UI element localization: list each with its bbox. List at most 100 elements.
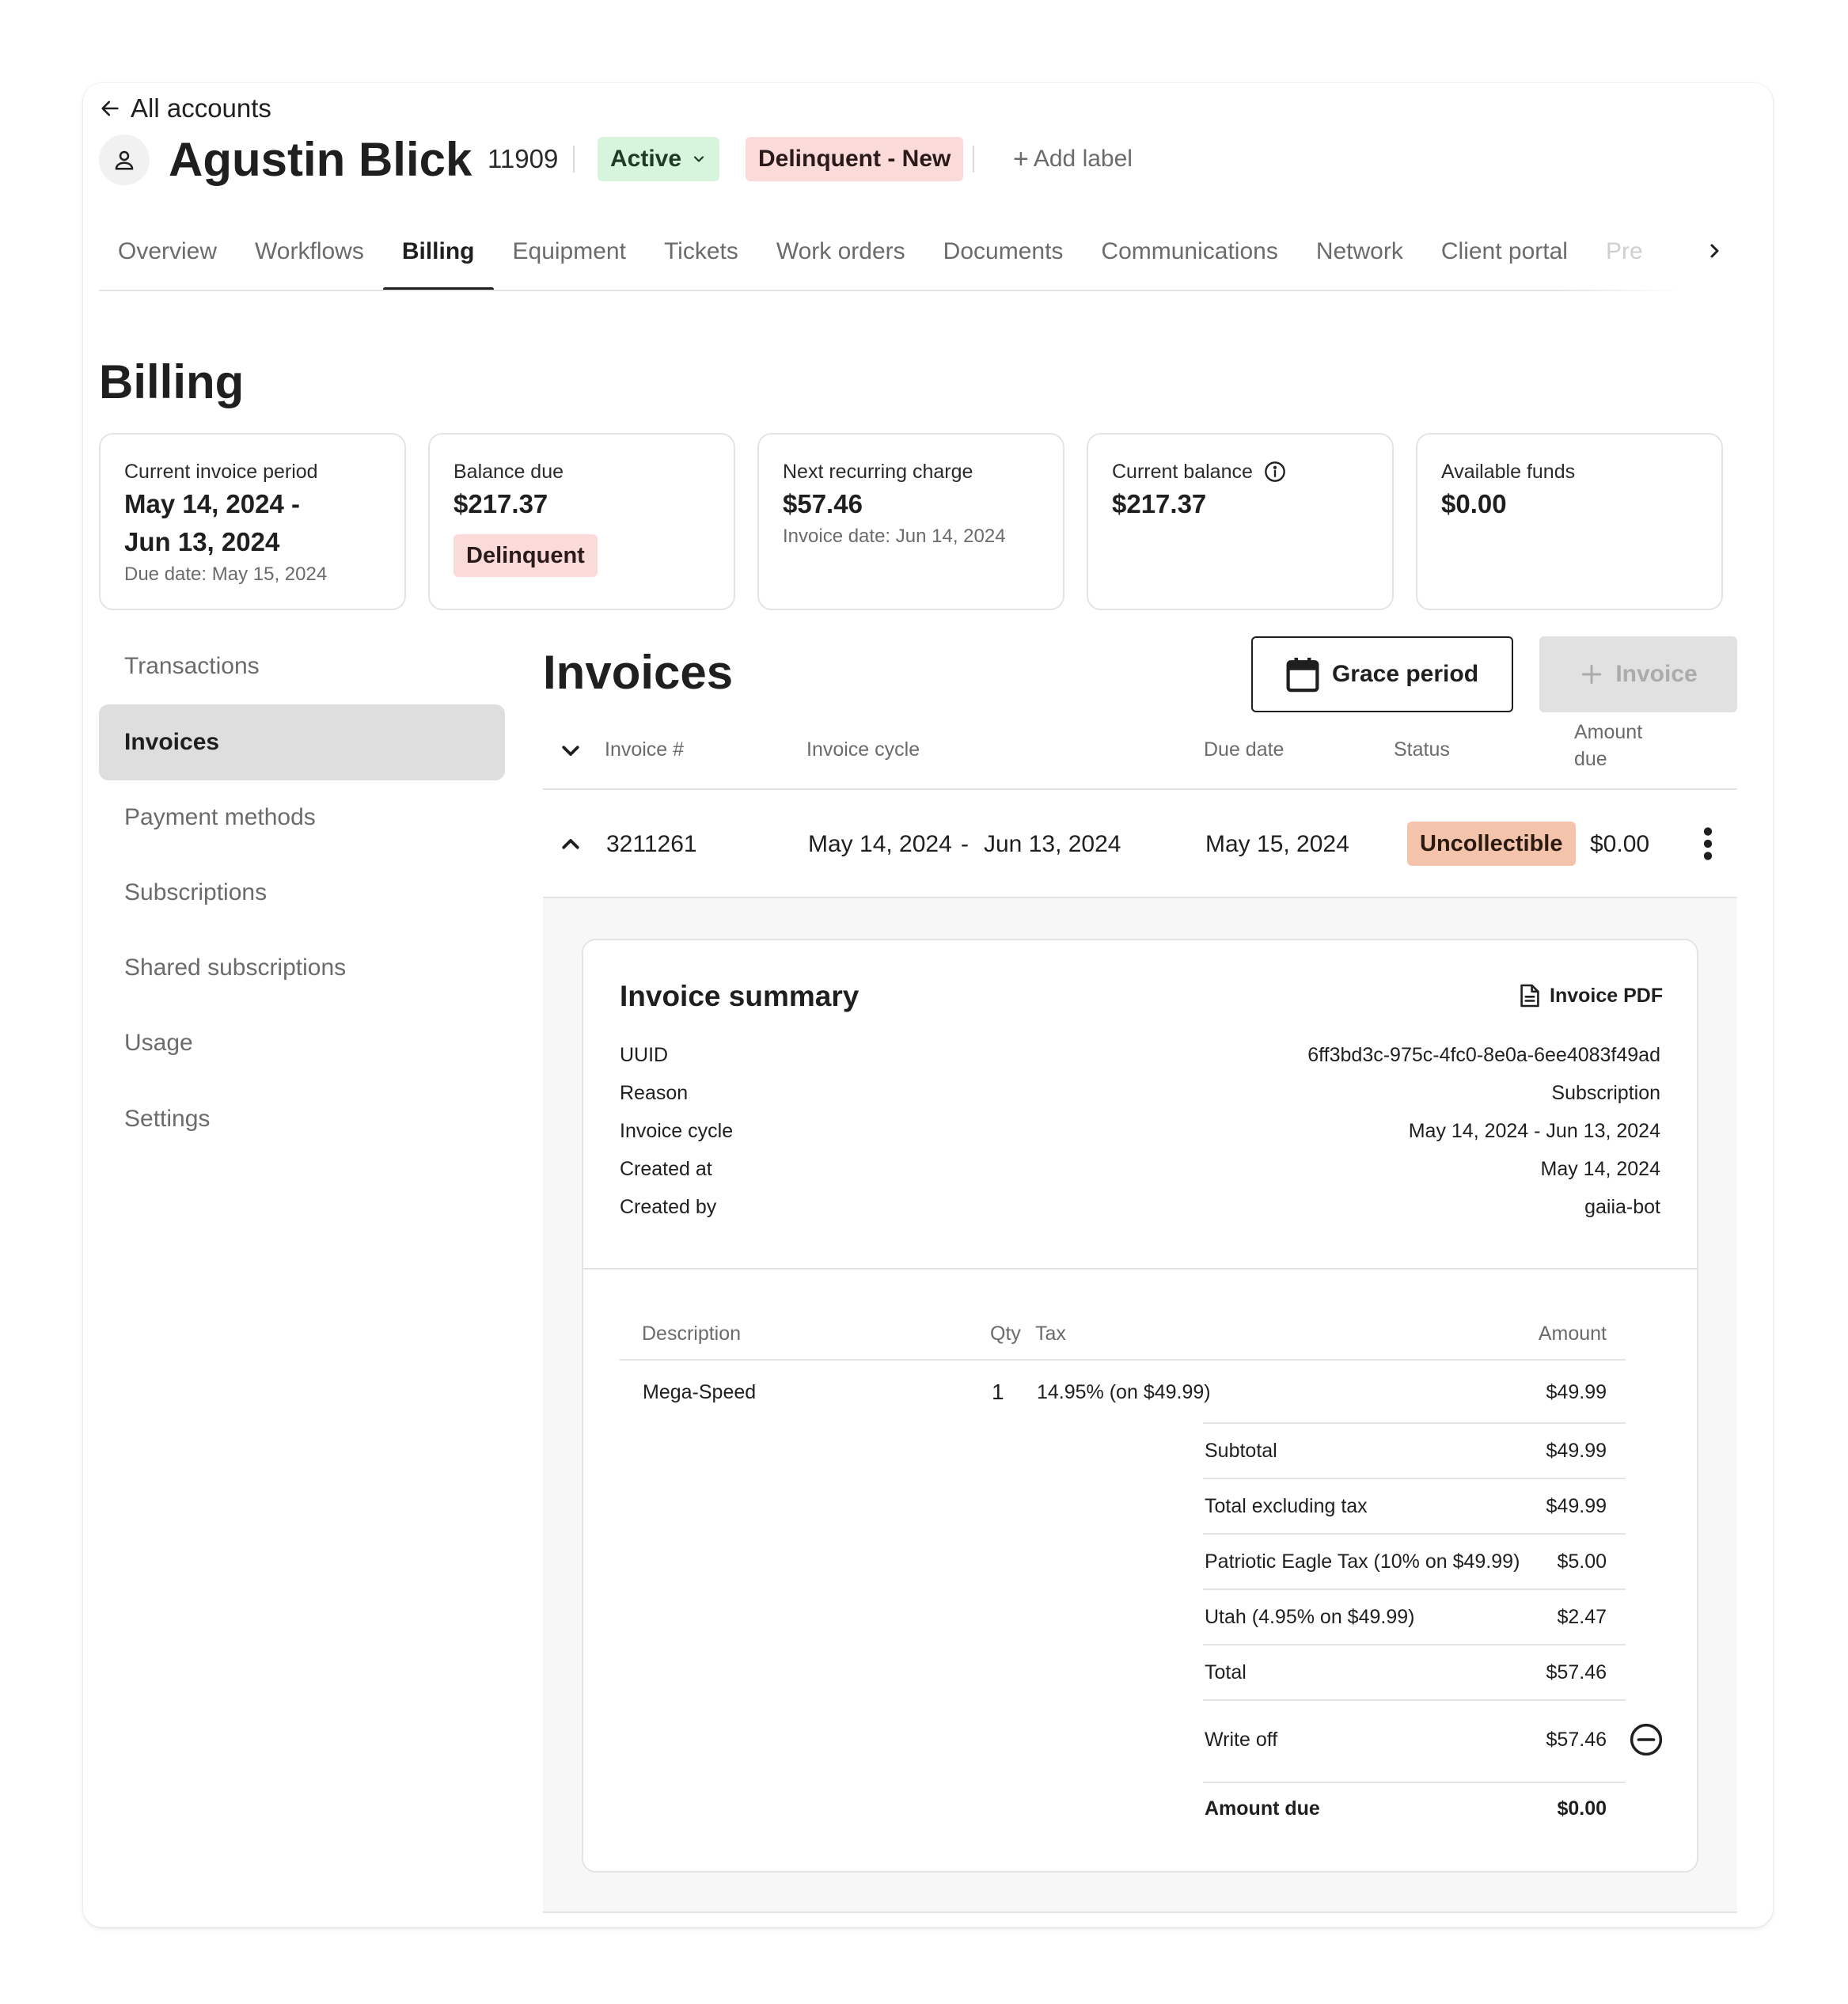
summary-field-value: gaiia-bot xyxy=(1584,1196,1660,1218)
summary-divider xyxy=(583,1268,1697,1270)
account-avatar xyxy=(99,135,150,185)
stat-card-balance-due: Balance due $217.37 Delinquent xyxy=(428,433,735,610)
sidebar-item-usage[interactable]: Usage xyxy=(99,1005,505,1081)
invoice-amount-due: $0.00 xyxy=(1590,831,1650,857)
grace-period-button[interactable]: Grace period xyxy=(1251,636,1513,712)
stat-label: Current balance xyxy=(1112,461,1253,483)
line-item-description: Mega-Speed xyxy=(643,1381,757,1403)
info-icon[interactable] xyxy=(1264,461,1286,483)
calendar-icon xyxy=(1286,658,1319,693)
collapse-all-chevron-icon[interactable] xyxy=(559,738,582,762)
add-label-button[interactable]: + Add label xyxy=(1013,142,1133,176)
summary-field-label: Invoice cycle xyxy=(620,1120,734,1142)
tab-equipment[interactable]: Equipment xyxy=(494,230,645,291)
tabs-scroll-right-button[interactable] xyxy=(1700,234,1728,268)
invoice-summary-title: Invoice summary xyxy=(620,980,859,1012)
summary-field-value: May 14, 2024 - Jun 13, 2024 xyxy=(1408,1120,1660,1142)
column-header-amount-due[interactable]: Amount due xyxy=(1574,719,1642,772)
invoices-title: Invoices xyxy=(543,646,734,699)
stat-card-next-charge: Next recurring charge $57.46 Invoice dat… xyxy=(757,433,1064,610)
remove-write-off-icon[interactable] xyxy=(1630,1723,1663,1756)
stat-card-current-balance: Current balance $217.37 xyxy=(1087,433,1394,610)
stat-subtext: Due date: May 15, 2024 xyxy=(124,564,328,585)
column-header-amount-line: due xyxy=(1574,748,1607,770)
line-item-tax: 14.95% (on $49.99) xyxy=(1037,1381,1211,1403)
chevron-down-icon xyxy=(693,156,704,162)
line-header-description: Description xyxy=(642,1323,742,1345)
stat-value: $0.00 xyxy=(1441,489,1507,518)
column-header-status[interactable]: Status xyxy=(1394,736,1450,763)
invoice-number[interactable]: 3211261 xyxy=(606,828,697,861)
invoice-pdf-label: Invoice PDF xyxy=(1550,985,1664,1007)
header-divider xyxy=(573,146,575,173)
invoice-pdf-button[interactable]: Invoice PDF xyxy=(1520,980,1663,1011)
summary-field-label: Created by xyxy=(620,1196,717,1218)
line-table-divider xyxy=(620,1359,1626,1361)
row-divider xyxy=(543,1911,1737,1913)
line-item-amount: $49.99 xyxy=(1546,1381,1607,1403)
totals-value-utah-tax: $2.47 xyxy=(1557,1606,1607,1628)
account-tabs: Overview Workflows Billing Equipment Tic… xyxy=(99,230,1682,291)
stat-card-invoice-period: Current invoice period May 14, 2024 - Ju… xyxy=(99,433,406,610)
line-header-qty: Qty xyxy=(990,1323,1021,1345)
tab-billing[interactable]: Billing xyxy=(382,230,494,291)
invoice-summary-card xyxy=(582,939,1698,1873)
stat-value: $57.46 xyxy=(783,489,863,518)
totals-value-amount-due: $0.00 xyxy=(1557,1797,1607,1820)
grace-period-label: Grace period xyxy=(1331,661,1479,687)
line-table-divider xyxy=(1203,1644,1626,1645)
user-icon xyxy=(115,150,134,170)
tab-communications[interactable]: Communications xyxy=(1082,230,1296,291)
tab-preferences[interactable]: Pref xyxy=(1587,230,1642,291)
summary-field-value: May 14, 2024 xyxy=(1540,1158,1661,1180)
plus-icon xyxy=(1582,664,1602,685)
tab-client-portal[interactable]: Client portal xyxy=(1422,230,1587,291)
more-options-icon[interactable] xyxy=(1697,825,1719,863)
stat-subtext: Invoice date: Jun 14, 2024 xyxy=(783,526,1006,547)
totals-label-excluding-tax: Total excluding tax xyxy=(1205,1495,1368,1517)
document-icon xyxy=(1520,984,1539,1008)
totals-value-excluding-tax: $49.99 xyxy=(1546,1495,1607,1517)
invoice-cycle-end: Jun 13, 2024 xyxy=(984,831,1121,857)
column-header-due-date[interactable]: Due date xyxy=(1204,736,1284,763)
sidebar-item-invoices[interactable]: Invoices xyxy=(99,704,505,780)
invoice-cycle-separator: - xyxy=(961,831,969,857)
status-badge: Uncollectible xyxy=(1407,822,1576,866)
line-table-divider xyxy=(1203,1533,1626,1535)
tab-overview[interactable]: Overview xyxy=(99,230,236,291)
chevron-up-icon[interactable] xyxy=(559,833,582,856)
stat-value: $217.37 xyxy=(453,489,548,518)
column-header-invoice-number[interactable]: Invoice # xyxy=(605,736,684,763)
sidebar-item-subscriptions[interactable]: Subscriptions xyxy=(99,855,505,931)
line-item-qty: 1 xyxy=(992,1380,1004,1404)
totals-label-total: Total xyxy=(1205,1661,1247,1683)
tab-network[interactable]: Network xyxy=(1297,230,1422,291)
add-invoice-button[interactable]: Invoice xyxy=(1539,636,1737,712)
totals-value-subtotal: $49.99 xyxy=(1546,1440,1607,1462)
invoice-cycle-start: May 14, 2024 xyxy=(808,831,952,857)
sidebar-item-shared-subscriptions[interactable]: Shared subscriptions xyxy=(99,930,505,1006)
sidebar-item-settings[interactable]: Settings xyxy=(99,1081,505,1157)
table-header-divider xyxy=(543,788,1737,790)
account-status-dropdown[interactable]: Active xyxy=(598,137,720,181)
stat-label: Current invoice period xyxy=(124,461,318,483)
summary-field-label: Created at xyxy=(620,1158,712,1180)
arrow-left-icon xyxy=(101,101,119,116)
column-header-invoice-cycle[interactable]: Invoice cycle xyxy=(806,736,920,763)
tab-tickets[interactable]: Tickets xyxy=(645,230,757,291)
line-table-divider xyxy=(1203,1782,1626,1783)
tab-workflows[interactable]: Workflows xyxy=(236,230,383,291)
totals-value-total: $57.46 xyxy=(1546,1661,1607,1683)
sidebar-item-transactions[interactable]: Transactions xyxy=(99,628,505,704)
add-label-text: Add label xyxy=(1033,146,1133,172)
tab-documents[interactable]: Documents xyxy=(924,230,1083,291)
header-divider xyxy=(973,146,974,173)
back-to-accounts-link[interactable]: All accounts xyxy=(99,92,271,125)
stat-card-available-funds: Available funds $0.00 xyxy=(1416,433,1723,610)
sidebar-item-payment-methods[interactable]: Payment methods xyxy=(99,780,505,856)
delinquent-badge: Delinquent xyxy=(453,534,598,577)
line-header-amount: Amount xyxy=(1538,1323,1607,1345)
line-header-tax: Tax xyxy=(1035,1323,1066,1345)
stat-label-row: Current balance xyxy=(1112,458,1368,485)
tab-work-orders[interactable]: Work orders xyxy=(757,230,924,291)
